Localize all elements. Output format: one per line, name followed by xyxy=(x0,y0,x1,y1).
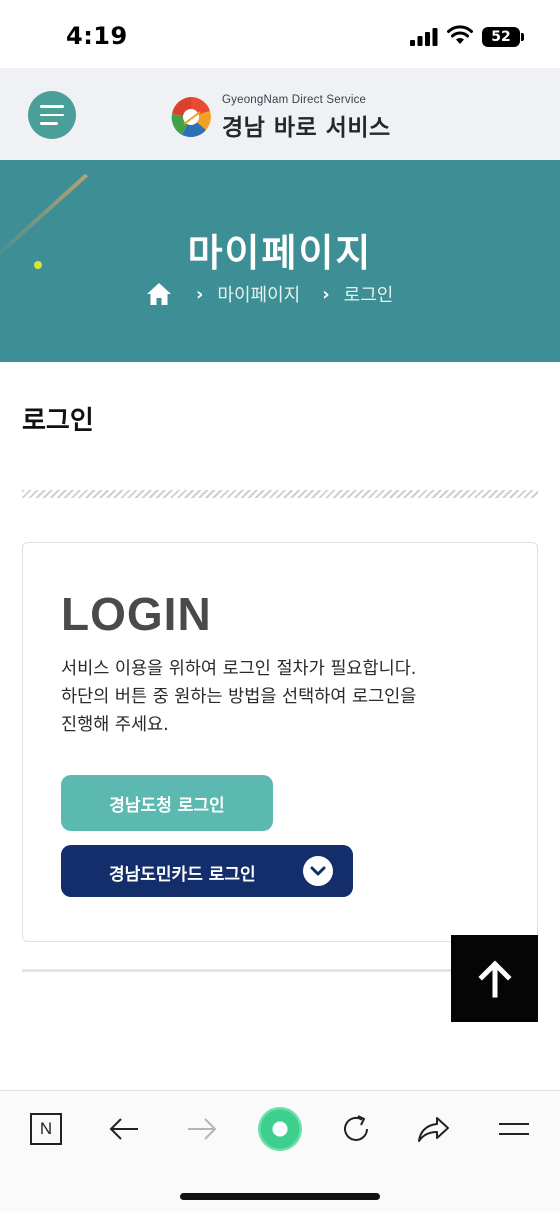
battery-icon: 52 xyxy=(482,27,520,47)
tabs-button[interactable]: N xyxy=(26,1109,66,1149)
reload-button[interactable] xyxy=(336,1109,376,1149)
card-login-label: 경남도민카드 로그인 xyxy=(109,865,256,885)
share-icon xyxy=(418,1117,449,1142)
breadcrumb-item-login[interactable]: 로그인 xyxy=(344,281,394,307)
site-logo[interactable]: GyeongNam Direct Service 경남 바로 서비스 xyxy=(170,94,390,142)
page-banner: 마이페이지 › 마이페이지 › 로그인 xyxy=(0,160,560,362)
forward-arrow-icon xyxy=(188,1118,217,1140)
chevron-right-icon: › xyxy=(196,283,204,305)
home-indicator xyxy=(180,1193,380,1200)
hamburger-icon xyxy=(40,105,64,108)
status-bar: 4:19 52 xyxy=(0,0,560,68)
green-dot-button[interactable] xyxy=(258,1107,302,1151)
menu-icon xyxy=(499,1123,529,1135)
menu-toolbar-button[interactable] xyxy=(494,1109,534,1149)
breadcrumb-item-mypage[interactable]: 마이페이지 xyxy=(217,281,300,307)
browser-toolbar: N xyxy=(0,1090,560,1212)
gov-login-button[interactable]: 경남도청 로그인 xyxy=(61,775,273,831)
hamburger-line xyxy=(40,113,64,117)
hamburger-line xyxy=(40,122,58,125)
login-description-line: 서비스 이용을 위하여 로그인 절차가 필요합니다. xyxy=(61,659,417,679)
chevron-down-icon xyxy=(303,856,333,886)
breadcrumb: › 마이페이지 › 로그인 xyxy=(146,280,413,308)
battery-tip xyxy=(521,33,524,41)
section-title: 로그인 xyxy=(22,406,94,436)
scroll-top-button[interactable] xyxy=(451,935,538,1022)
back-arrow-icon xyxy=(109,1118,138,1140)
login-heading: LOGIN xyxy=(61,588,212,640)
card-login-button[interactable]: 경남도민카드 로그인 xyxy=(61,845,353,897)
wifi-icon xyxy=(447,25,473,44)
site-header: GyeongNam Direct Service 경남 바로 서비스 xyxy=(0,68,560,160)
chevron-right-icon: › xyxy=(322,283,330,305)
share-button[interactable] xyxy=(414,1109,454,1149)
forward-button[interactable] xyxy=(182,1109,222,1149)
home-icon[interactable] xyxy=(146,282,172,306)
logo-subtitle: GyeongNam Direct Service xyxy=(222,94,367,106)
signal-icon xyxy=(410,28,438,46)
reload-icon xyxy=(344,1115,368,1141)
login-description: 서비스 이용을 위하여 로그인 절차가 필요합니다. 하단의 버튼 중 원하는 … xyxy=(61,655,501,739)
hatched-divider xyxy=(22,490,538,498)
login-description-line: 하단의 버튼 중 원하는 방법을 선택하여 로그인을 xyxy=(61,687,417,707)
n-tab-icon: N xyxy=(30,1113,62,1145)
logo-mark-icon xyxy=(171,97,211,138)
back-button[interactable] xyxy=(104,1109,144,1149)
logo-title: 경남 바로 서비스 xyxy=(222,115,391,141)
login-description-line: 진행해 주세요. xyxy=(61,715,169,735)
page-title: 마이페이지 xyxy=(187,231,373,275)
status-time: 4:19 xyxy=(66,22,128,50)
menu-button[interactable] xyxy=(28,91,76,139)
login-card: LOGIN 서비스 이용을 위하여 로그인 절차가 필요합니다. 하단의 버튼 … xyxy=(22,542,538,942)
gov-login-label: 경남도청 로그인 xyxy=(109,795,225,816)
arrow-up-icon xyxy=(477,959,512,997)
green-dot-icon xyxy=(258,1107,302,1151)
